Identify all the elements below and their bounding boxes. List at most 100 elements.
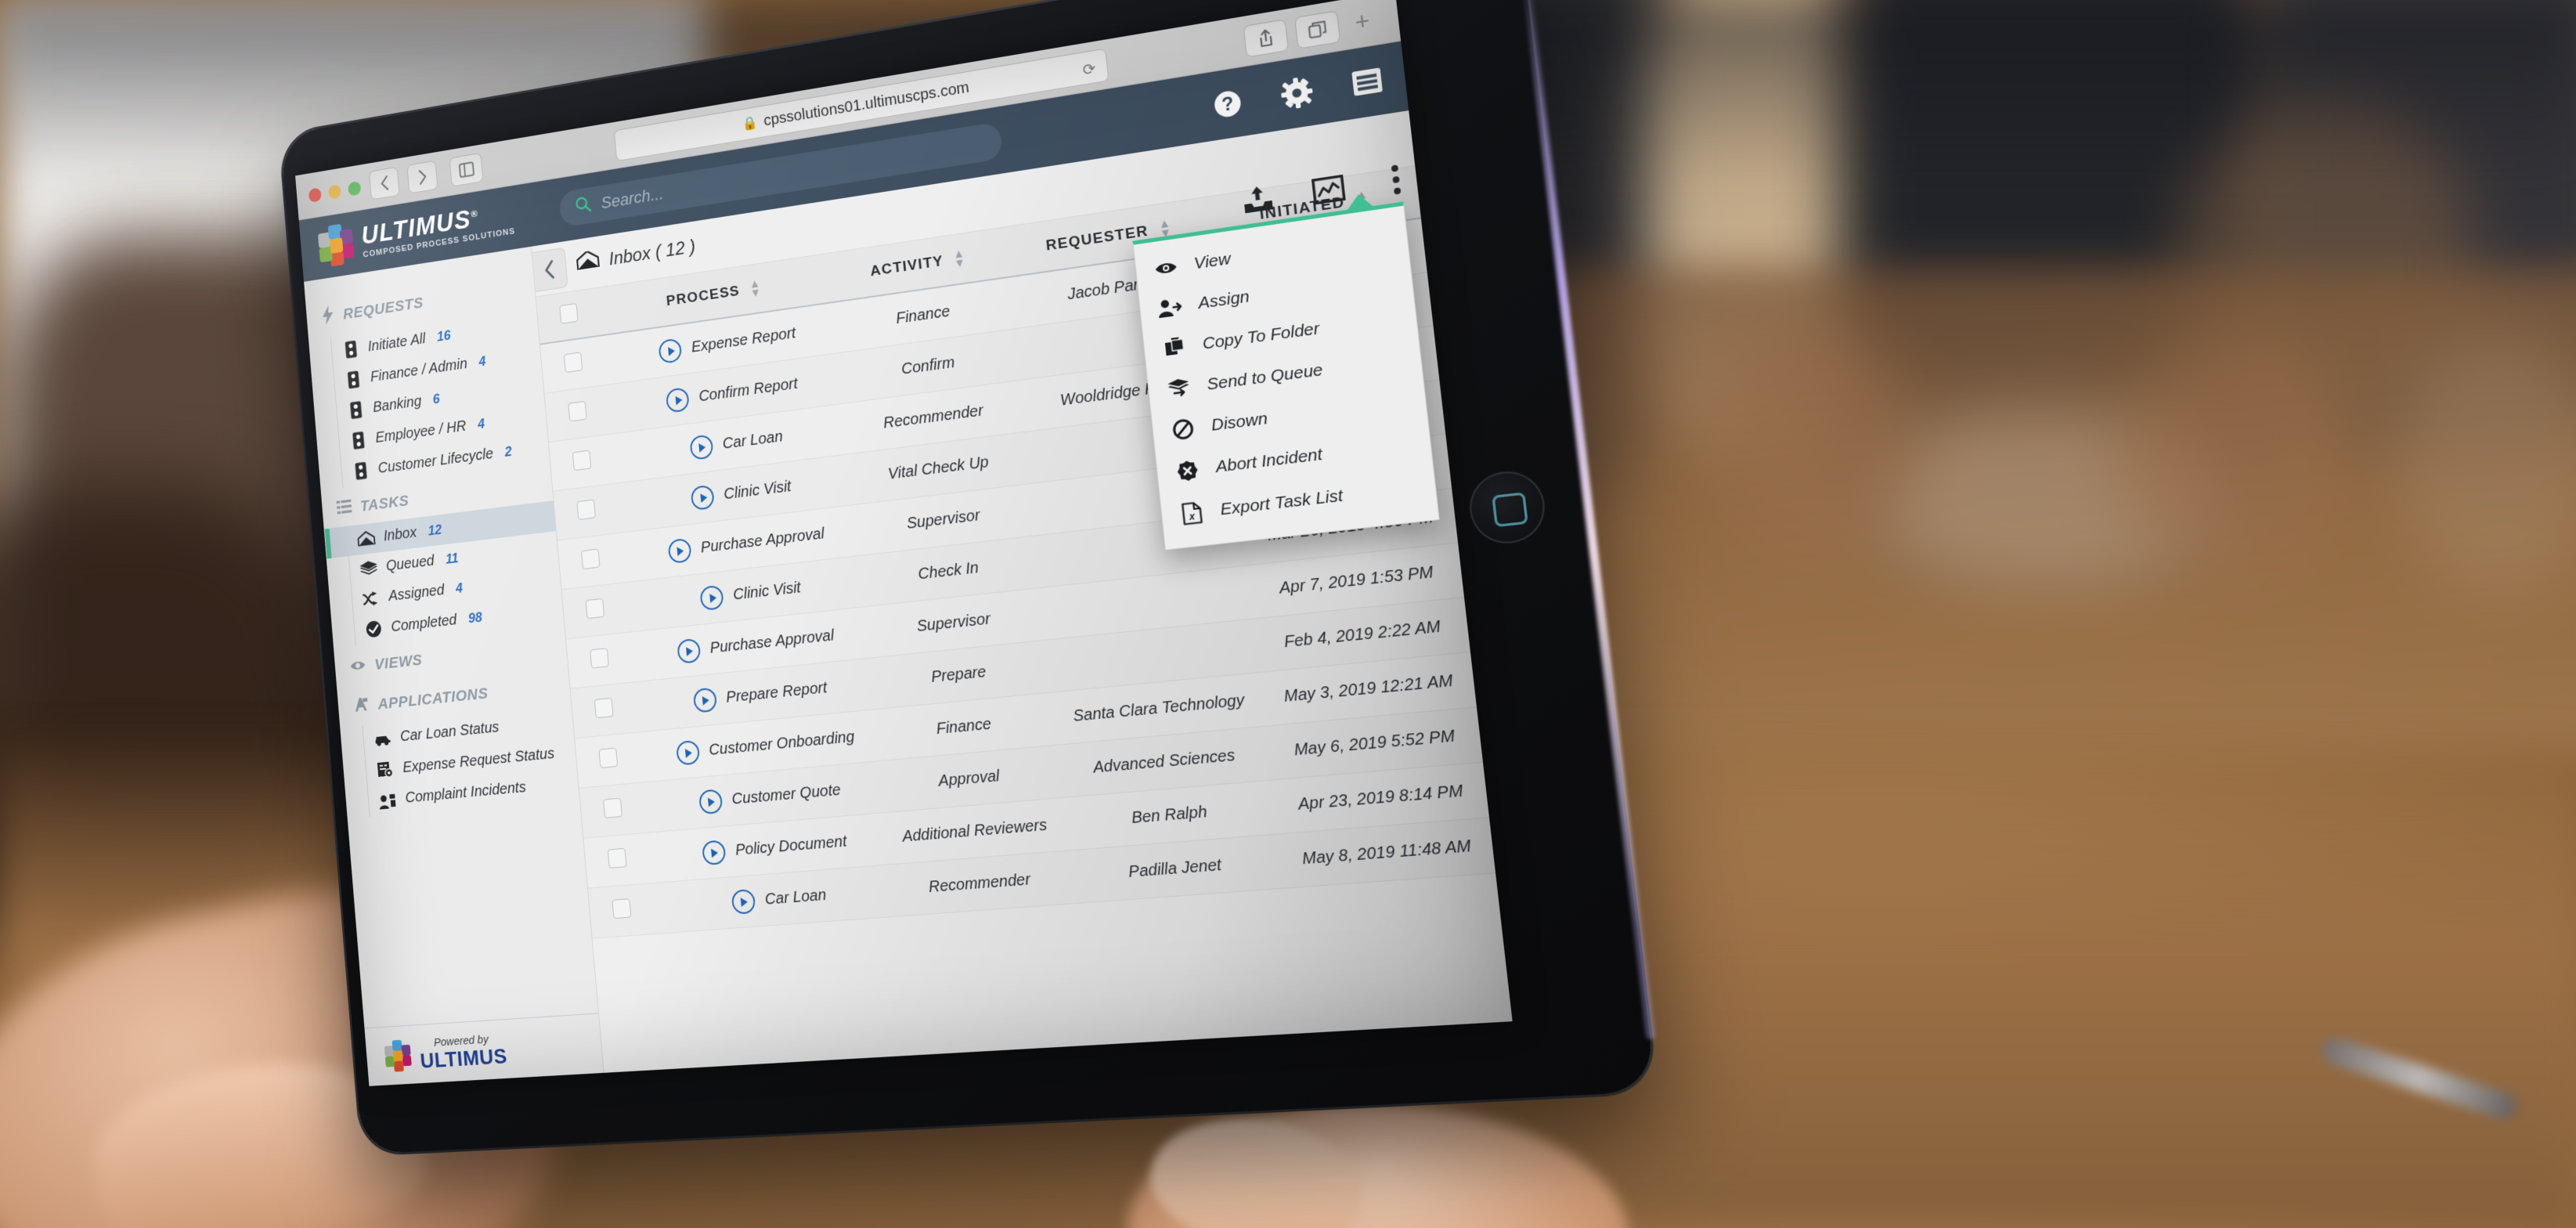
row-select-cell[interactable] (587, 883, 655, 939)
row-select-cell[interactable] (548, 434, 615, 492)
row-select-cell[interactable] (583, 833, 651, 889)
reports-button[interactable] (1311, 175, 1346, 205)
column-label: PROCESS (666, 282, 741, 309)
row-checkbox[interactable] (563, 352, 583, 374)
select-all-checkbox[interactable] (558, 303, 579, 324)
sidebar-item-label: Employee / HR (374, 417, 467, 446)
svg-text:?: ? (1221, 92, 1235, 116)
window-traffic-lights[interactable] (308, 180, 362, 203)
row-select-cell[interactable] (579, 782, 647, 839)
row-select-cell[interactable] (570, 682, 637, 739)
invoice-icon (376, 760, 395, 779)
lock-icon: 🔒 (741, 114, 759, 132)
sidebar-item-count: 12 (427, 522, 442, 539)
row-select-cell[interactable] (557, 533, 624, 590)
no-entry-icon (1170, 417, 1196, 441)
row-select-cell[interactable] (539, 335, 606, 394)
sidebar-item-label: Completed (390, 611, 458, 635)
help-button[interactable]: ? (1210, 87, 1244, 122)
row-checkbox[interactable] (597, 747, 618, 768)
menu-item-label: Assign (1197, 287, 1250, 313)
start-task-icon[interactable] (667, 537, 692, 565)
start-task-icon[interactable] (731, 888, 756, 915)
sidebar-section-title: TASKS (359, 492, 410, 515)
row-select-cell[interactable] (565, 632, 633, 689)
back-button[interactable] (369, 166, 400, 200)
start-task-icon[interactable] (690, 484, 715, 511)
forward-button[interactable] (406, 160, 438, 194)
sidebar-section-title: VIEWS (373, 651, 424, 674)
process-form-icon (344, 370, 363, 389)
process-name: Purchase Approval (709, 627, 835, 657)
ultimus-cube-logo-icon (316, 222, 355, 269)
minimize-window-button[interactable] (327, 183, 342, 200)
assign-arrow-icon (362, 591, 381, 607)
collapse-sidebar-button[interactable] (532, 247, 568, 292)
share-button[interactable] (1243, 19, 1290, 58)
row-checkbox[interactable] (567, 400, 587, 422)
settings-button[interactable] (1279, 74, 1315, 111)
start-task-icon[interactable] (698, 789, 723, 815)
start-task-icon[interactable] (676, 637, 702, 664)
eye-icon (349, 657, 366, 677)
start-task-icon[interactable] (658, 338, 683, 364)
process-form-icon (349, 431, 368, 450)
start-task-icon[interactable] (665, 387, 691, 414)
import-tasks-button[interactable] (1241, 184, 1275, 215)
select-all-header[interactable] (536, 287, 602, 345)
start-task-icon[interactable] (701, 840, 727, 866)
row-checkbox[interactable] (593, 697, 614, 719)
start-task-icon[interactable] (689, 434, 714, 460)
chevron-left-icon (543, 259, 556, 280)
start-task-icon[interactable] (699, 584, 724, 612)
row-checkbox[interactable] (572, 450, 591, 471)
excel-file-icon: x (1178, 500, 1205, 526)
tablet-device: 🔒 cpssolutions01.ultimuscps.com ⟳ + ULTI… (280, 0, 1657, 1154)
sidebar-item-label: Assigned (388, 581, 446, 605)
sidebar-item-count: 4 (455, 580, 464, 597)
sidebar-item-label: Banking (372, 392, 423, 416)
row-checkbox[interactable] (612, 898, 631, 919)
new-tab-button[interactable]: + (1347, 6, 1378, 38)
more-actions-button[interactable] (1382, 161, 1409, 200)
row-checkbox[interactable] (602, 797, 622, 818)
lightning-bolt-icon (320, 305, 335, 330)
menu-item-label: Send to Queue (1206, 360, 1324, 394)
tabs-overview-button[interactable] (1294, 10, 1341, 49)
row-select-cell[interactable] (561, 582, 629, 639)
tabs-overview-icon (1308, 20, 1327, 39)
main-menu-button[interactable] (1350, 66, 1384, 98)
process-name: Prepare Report (725, 679, 828, 706)
gear-icon (1281, 77, 1313, 109)
sidebar-item-count: 2 (503, 443, 513, 460)
send-queue-icon (1166, 377, 1192, 399)
row-checkbox[interactable] (580, 548, 601, 570)
sort-toggle-icon: ▲▼ (749, 276, 763, 300)
search-placeholder-text: Search... (600, 183, 665, 213)
row-select-cell[interactable] (553, 483, 619, 540)
brand-registered-mark: ® (470, 208, 479, 220)
row-checkbox[interactable] (589, 648, 609, 669)
context-dropdown-menu[interactable]: View Assign Copy To Folder Send to Queue… (1132, 201, 1440, 551)
row-checkbox[interactable] (585, 598, 604, 619)
maximize-window-button[interactable] (347, 180, 362, 197)
sidebar-item-label: Queued (385, 552, 435, 575)
start-task-icon[interactable] (675, 739, 700, 766)
sidebar-item-label: Complaint Incidents (404, 778, 527, 807)
column-label: ACTIVITY (869, 252, 944, 280)
layers-stack-icon (359, 559, 378, 578)
powered-by-brand: ULTIMUS (419, 1043, 508, 1073)
row-select-cell[interactable] (575, 731, 642, 789)
sidebar-section-title: APPLICATIONS (377, 684, 489, 713)
envelope-open-icon (575, 250, 600, 277)
row-checkbox[interactable] (607, 847, 627, 869)
sidebar-section-title: REQUESTS (342, 294, 424, 323)
browser-sidebar-toggle-button[interactable] (449, 152, 484, 187)
reload-button[interactable]: ⟳ (1081, 59, 1097, 81)
close-window-button[interactable] (308, 186, 322, 203)
process-name: Purchase Approval (700, 525, 825, 557)
envelope-open-icon (357, 530, 376, 548)
row-checkbox[interactable] (575, 499, 596, 521)
start-task-icon[interactable] (692, 687, 717, 713)
row-select-cell[interactable] (544, 385, 611, 442)
